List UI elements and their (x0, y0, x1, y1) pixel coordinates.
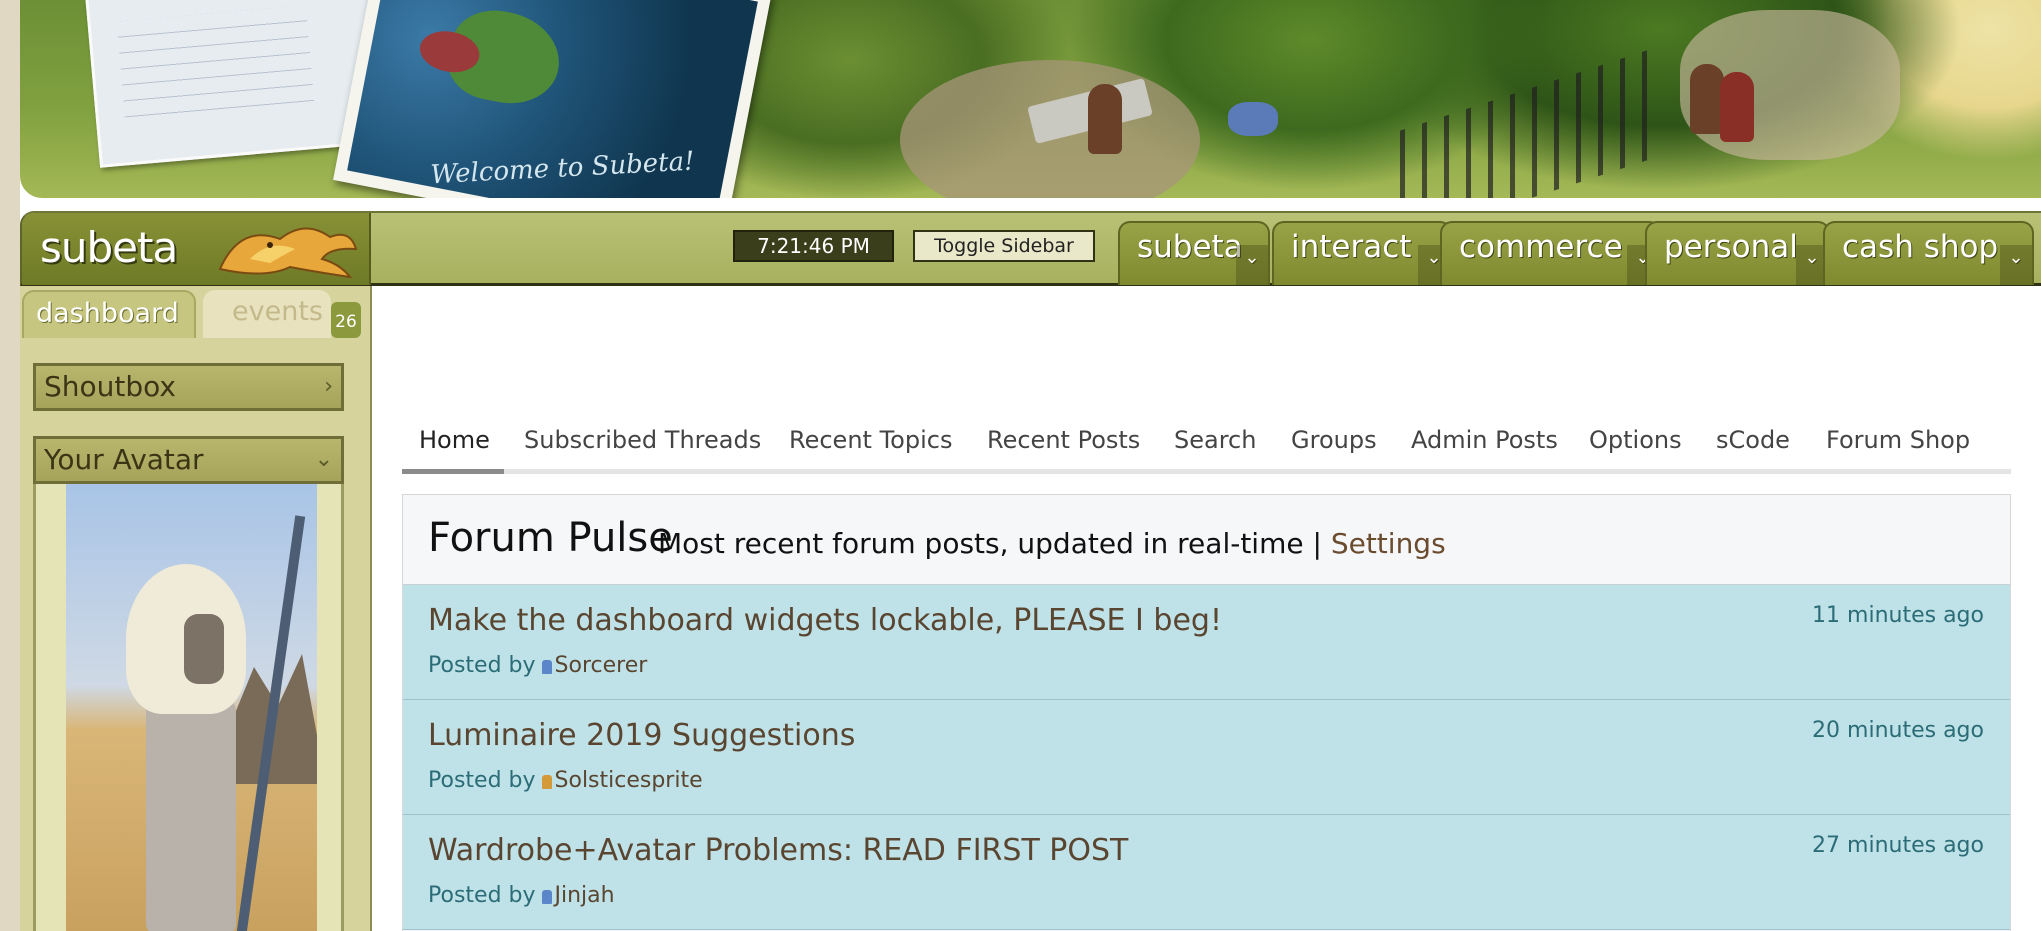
menu-label: subeta (1137, 229, 1243, 265)
post-title-link[interactable]: Luminaire 2019 Suggestions (428, 718, 855, 753)
settings-link[interactable]: Settings (1331, 527, 1446, 560)
post-row: Wardrobe+Avatar Problems: READ FIRST POS… (403, 815, 2010, 930)
banner-character (1088, 84, 1122, 154)
tab-forum-shop[interactable]: Forum Shop (1826, 426, 1970, 454)
post-row: Make the dashboard widgets lockable, PLE… (403, 585, 2010, 700)
menu-interact[interactable]: interact ⌄ (1272, 221, 1452, 285)
forum-pulse-subtitle: Most recent forum posts, updated in real… (658, 527, 1446, 560)
chevron-down-icon: ⌄ (314, 447, 333, 472)
post-time: 11 minutes ago (1812, 603, 1984, 628)
banner-character (1720, 72, 1754, 142)
chevron-down-icon: ⌄ (1236, 245, 1268, 285)
user-icon (541, 660, 552, 674)
tab-scode[interactable]: sCode (1716, 426, 1790, 454)
forum-pulse-header: Forum Pulse Most recent forum posts, upd… (403, 495, 2010, 585)
post-author-link[interactable]: Sorcerer (555, 653, 648, 678)
menu-label: commerce (1459, 229, 1623, 265)
post-author-line: Posted by Sorcerer (428, 653, 647, 678)
logo-text: subeta (40, 223, 178, 272)
post-title-link[interactable]: Make the dashboard widgets lockable, PLE… (428, 603, 1222, 638)
tab-subscribed-threads[interactable]: Subscribed Threads (524, 426, 761, 454)
shoutbox-panel-header[interactable]: Shoutbox › (33, 363, 344, 411)
post-author-link[interactable]: Jinjah (555, 883, 615, 908)
menu-label: cash shop (1842, 229, 1999, 265)
tab-search[interactable]: Search (1174, 426, 1256, 454)
user-icon (541, 775, 552, 789)
post-row: Luminaire 2019 Suggestions Posted by Sols… (403, 700, 2010, 815)
tab-recent-posts[interactable]: Recent Posts (987, 426, 1140, 454)
events-count-badge: 26 (331, 302, 361, 338)
tab-groups[interactable]: Groups (1291, 426, 1377, 454)
menu-commerce[interactable]: commerce ⌄ (1440, 221, 1661, 285)
forum-pulse-title: Forum Pulse (428, 515, 673, 561)
banner-pet (1228, 102, 1278, 136)
your-avatar-label: Your Avatar (44, 443, 204, 476)
tab-options[interactable]: Options (1589, 426, 1682, 454)
site-logo[interactable]: subeta (22, 213, 371, 285)
avatar-image[interactable] (66, 484, 317, 931)
phoenix-logo-icon (218, 227, 358, 279)
posted-by-label: Posted by (428, 883, 536, 908)
tab-home[interactable]: Home (419, 426, 490, 454)
tab-events[interactable]: events (203, 290, 331, 338)
forum-pulse-panel: Forum Pulse Most recent forum posts, upd… (402, 494, 2011, 931)
post-title-link[interactable]: Wardrobe+Avatar Problems: READ FIRST POS… (428, 833, 1128, 868)
post-author-line: Posted by Jinjah (428, 883, 615, 908)
post-author-link[interactable]: Solsticesprite (555, 768, 703, 793)
post-author-line: Posted by Solsticesprite (428, 768, 703, 793)
forum-tabs: Home Subscribed Threads Recent Topics Re… (402, 418, 2011, 474)
posted-by-label: Posted by (428, 768, 536, 793)
sidebar-tabs: dashboard events 26 (20, 290, 372, 338)
your-avatar-panel-header[interactable]: Your Avatar ⌄ (33, 436, 344, 484)
chevron-right-icon: › (324, 374, 333, 399)
chevron-down-icon: ⌄ (2000, 245, 2032, 285)
tab-recent-topics[interactable]: Recent Topics (789, 426, 952, 454)
menu-subeta[interactable]: subeta ⌄ (1118, 221, 1270, 285)
main-nav-bar: subeta 7:21:46 PM Toggle Sidebar subeta … (20, 211, 2041, 286)
post-time: 20 minutes ago (1812, 718, 1984, 743)
menu-label: interact (1291, 229, 1412, 265)
subtitle-text: Most recent forum posts, updated in real… (658, 527, 1331, 560)
tab-admin-posts[interactable]: Admin Posts (1411, 426, 1558, 454)
banner-fence (1400, 49, 1650, 198)
avatar-panel (33, 484, 344, 931)
menu-cash-shop[interactable]: cash shop ⌄ (1823, 221, 2034, 285)
banner-postcard: Welcome to Subeta! (333, 0, 772, 198)
menu-personal[interactable]: personal ⌄ (1645, 221, 1830, 285)
toggle-sidebar-button[interactable]: Toggle Sidebar (913, 230, 1095, 262)
posted-by-label: Posted by (428, 653, 536, 678)
active-tab-indicator (402, 469, 504, 474)
header-banner-image: Welcome to Subeta! (20, 0, 2041, 198)
banner-character (1690, 64, 1724, 134)
menu-label: personal (1664, 229, 1798, 265)
page-left-border (0, 0, 20, 931)
server-clock: 7:21:46 PM (733, 230, 894, 262)
tab-dashboard[interactable]: dashboard (22, 290, 196, 338)
user-icon (541, 890, 552, 904)
post-time: 27 minutes ago (1812, 833, 1984, 858)
shoutbox-label: Shoutbox (44, 370, 176, 403)
sidebar: dashboard events 26 Shoutbox › Your Avat… (20, 286, 372, 931)
